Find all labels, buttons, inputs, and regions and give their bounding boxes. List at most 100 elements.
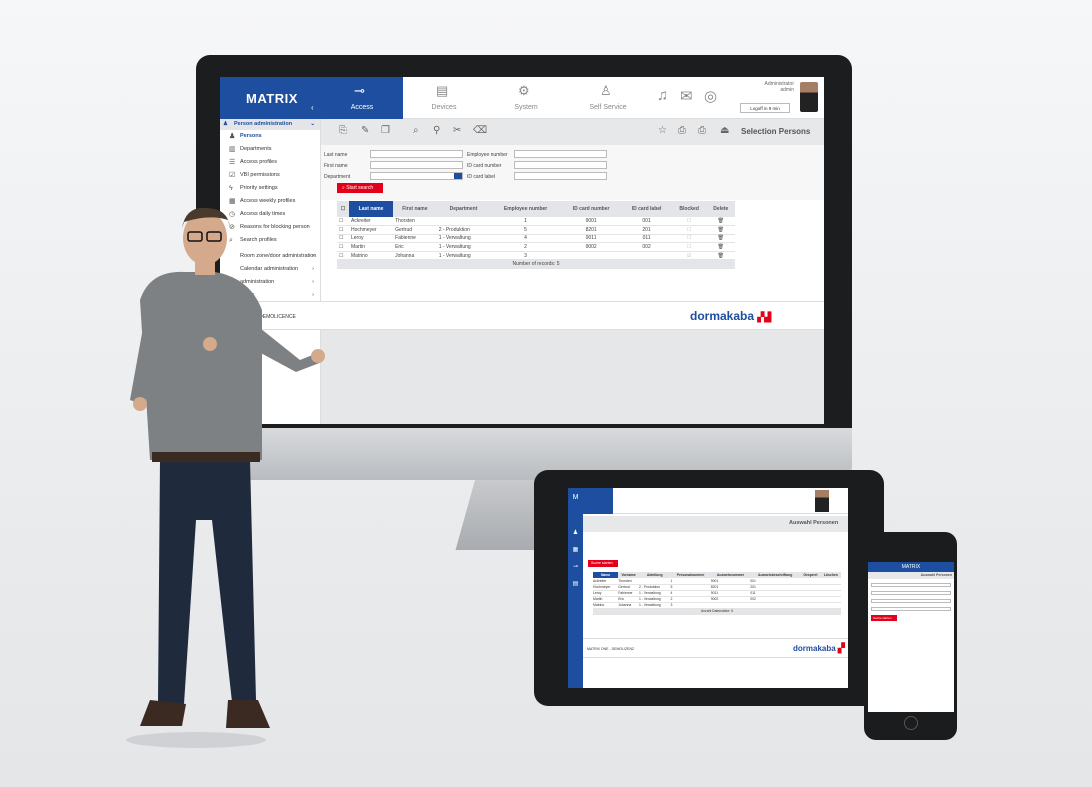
blocked-checkbox[interactable]: ☑ (671, 251, 707, 261)
cell: 002 (621, 242, 672, 252)
brand-block: MATRIX ‹ (220, 77, 321, 119)
sidebar-item-label: Access weekly profiles (240, 198, 296, 204)
phone-input[interactable] (871, 583, 951, 587)
trash-icon[interactable]: 🗑 (706, 251, 735, 261)
last-name-input[interactable] (370, 150, 463, 158)
device-icon[interactable]: ▤ (568, 580, 583, 587)
col-id-card-label[interactable]: ID card label (621, 201, 672, 217)
sidebar-item-priority-settings[interactable]: ϟ Priority settings (220, 182, 320, 195)
phone-input[interactable] (871, 599, 951, 603)
table-row[interactable]: ☐ Leroy Fabienne 1 - Verwaltung 4 9011 011 ☐ 🗑 (337, 234, 735, 244)
sidebar-item-persons[interactable]: ♟ Persons (220, 130, 320, 143)
phone-input[interactable] (871, 591, 951, 595)
chevron-left-icon[interactable]: ‹ (311, 103, 314, 112)
sidebar-group-room-zone[interactable]: Room zone/door administration › (220, 250, 320, 263)
bell-icon[interactable]: ♫ (657, 87, 668, 104)
col-department[interactable]: Department (436, 201, 491, 217)
sidebar-item-departments[interactable]: ▥ Departments (220, 143, 320, 156)
col-blocked[interactable]: Blocked (671, 201, 707, 217)
col-id-card-number[interactable]: ID card number (560, 201, 622, 217)
eraser-icon[interactable]: ⌫ (473, 125, 487, 136)
col-employee-number[interactable]: Employee number (490, 201, 561, 217)
row-checkbox[interactable]: ☐ (337, 217, 349, 227)
persons-icon: ♟ (223, 121, 228, 127)
nav-label: Access (350, 104, 374, 111)
select-all-checkbox[interactable]: ☐ (337, 201, 349, 217)
blocked-checkbox[interactable]: ☐ (671, 225, 707, 235)
nav-devices[interactable]: ▤ Devices (403, 77, 485, 119)
tablet-search-button[interactable]: Suche starten (588, 560, 618, 567)
star-icon[interactable]: ☆ (658, 125, 667, 136)
employee-number-input[interactable] (514, 150, 607, 158)
blocked-checkbox[interactable]: ☐ (671, 217, 707, 227)
col-first-name[interactable]: First name (393, 201, 437, 217)
product-showcase: MATRIX ‹ ⊸ Access ▤ Devices ⚙ System ♙ S… (0, 0, 1092, 787)
start-search-button[interactable]: ⌕ Start search (337, 183, 383, 193)
print-icon[interactable]: ⎙ (678, 125, 686, 136)
table-row[interactable]: ☐ Ackreiter Thorsten 1 9001 001 ☐ 🗑 (337, 217, 735, 227)
trash-icon[interactable]: 🗑 (706, 225, 735, 235)
sidebar-item-search-profiles[interactable]: ⌕ Search profiles (220, 234, 320, 247)
department-select[interactable] (370, 172, 463, 180)
persons-icon[interactable]: ♟ (568, 529, 583, 536)
sidebar-group-person-administration[interactable]: ♟ Person administration ⌄ (220, 119, 320, 130)
sidebar-item-vbi-permissions[interactable]: ☑ VBI permissions (220, 169, 320, 182)
record-count: Number of records: 5 (337, 259, 735, 270)
lifebuoy-icon[interactable]: ◎ (704, 87, 717, 105)
col-last-name[interactable]: Last name (349, 201, 394, 217)
mail-icon[interactable]: ✉ (680, 87, 693, 105)
desktop-screen: MATRIX ‹ ⊸ Access ▤ Devices ⚙ System ♙ S… (220, 77, 824, 424)
sidebar-item-access-daily-times[interactable]: ◷ Access daily times (220, 208, 320, 221)
id-card-number-input[interactable] (514, 161, 607, 169)
chevron-right-icon: › (312, 253, 314, 259)
row-checkbox[interactable]: ☐ (337, 234, 349, 244)
blocked-checkbox[interactable]: ☐ (671, 242, 707, 252)
cell: 1 (490, 217, 561, 227)
col-delete[interactable]: Delete (706, 201, 735, 217)
search-icon: ⌕ (229, 237, 233, 244)
tools-icon[interactable]: ✂ (453, 125, 461, 136)
cell: Fabienne (393, 234, 437, 244)
clock-icon: ◷ (229, 211, 236, 218)
row-checkbox[interactable]: ☐ (337, 251, 349, 261)
sidebar-group-administration[interactable]: administration › (220, 276, 320, 289)
logoff-button[interactable]: Logoff in 9 min (740, 103, 790, 113)
nav-system[interactable]: ⚙ System (485, 77, 567, 119)
trash-icon[interactable]: 🗑 (706, 234, 735, 244)
calendar-icon[interactable]: ▦ (568, 546, 583, 553)
chevron-down-icon (454, 173, 462, 179)
avatar[interactable] (815, 490, 829, 512)
key-icon[interactable]: ⊸ (568, 563, 583, 570)
id-card-label-input[interactable] (514, 172, 607, 180)
trash-icon[interactable]: 🗑 (706, 217, 735, 227)
row-checkbox[interactable]: ☐ (337, 225, 349, 235)
table-row[interactable]: ☐ Hochmeyer Gertrud 2 - Produktion 5 8201 201 ☐… (337, 225, 735, 235)
row-checkbox[interactable]: ☐ (337, 242, 349, 252)
cell: 3 (490, 251, 561, 261)
first-name-input[interactable] (370, 161, 463, 169)
table-row[interactable]: ☐ Martin Eric 1 - Verwaltung 2 9002 002 ☐ 🗑 (337, 242, 735, 252)
edit-icon[interactable]: ✎ (361, 125, 369, 136)
sidebar-item-access-weekly-profiles[interactable]: ▦ Access weekly profiles (220, 195, 320, 208)
print-list-icon[interactable]: ⎙ (698, 125, 706, 136)
sidebar-group-calendar[interactable]: Calendar administration › (220, 263, 320, 276)
table-row[interactable]: ☐ Matrino Johanna 1 - Verwaltung 3 ☑ 🗑 (337, 251, 735, 261)
nav-self-service[interactable]: ♙ Self Service (567, 77, 649, 119)
phone-input[interactable] (871, 607, 951, 611)
sidebar-item-blocking-reasons[interactable]: ⊘ Reasons for blocking person (220, 221, 320, 234)
trash-icon[interactable]: 🗑 (706, 242, 735, 252)
copy-icon[interactable]: ❐ (381, 125, 390, 136)
avatar[interactable] (800, 82, 818, 112)
nav-access[interactable]: ⊸ Access (321, 77, 403, 119)
cell: Martin (349, 242, 394, 252)
sidebar-item-access-profiles[interactable]: ☰ Access profiles (220, 156, 320, 169)
tablet-nav-access[interactable] (583, 488, 613, 514)
cell: 1 - Verwaltung (436, 251, 491, 261)
tablet-brand: M ♟ ▦ ⊸ ▤ (568, 488, 583, 688)
search-icon[interactable]: ⌕ (413, 125, 419, 136)
phone-search-button[interactable]: Suche starten (871, 615, 897, 621)
export-icon[interactable]: ⏏ (720, 125, 729, 136)
blocked-checkbox[interactable]: ☐ (671, 234, 707, 244)
new-icon[interactable]: ⎘ (339, 125, 347, 136)
key-search-icon[interactable]: ⚲ (433, 125, 440, 136)
